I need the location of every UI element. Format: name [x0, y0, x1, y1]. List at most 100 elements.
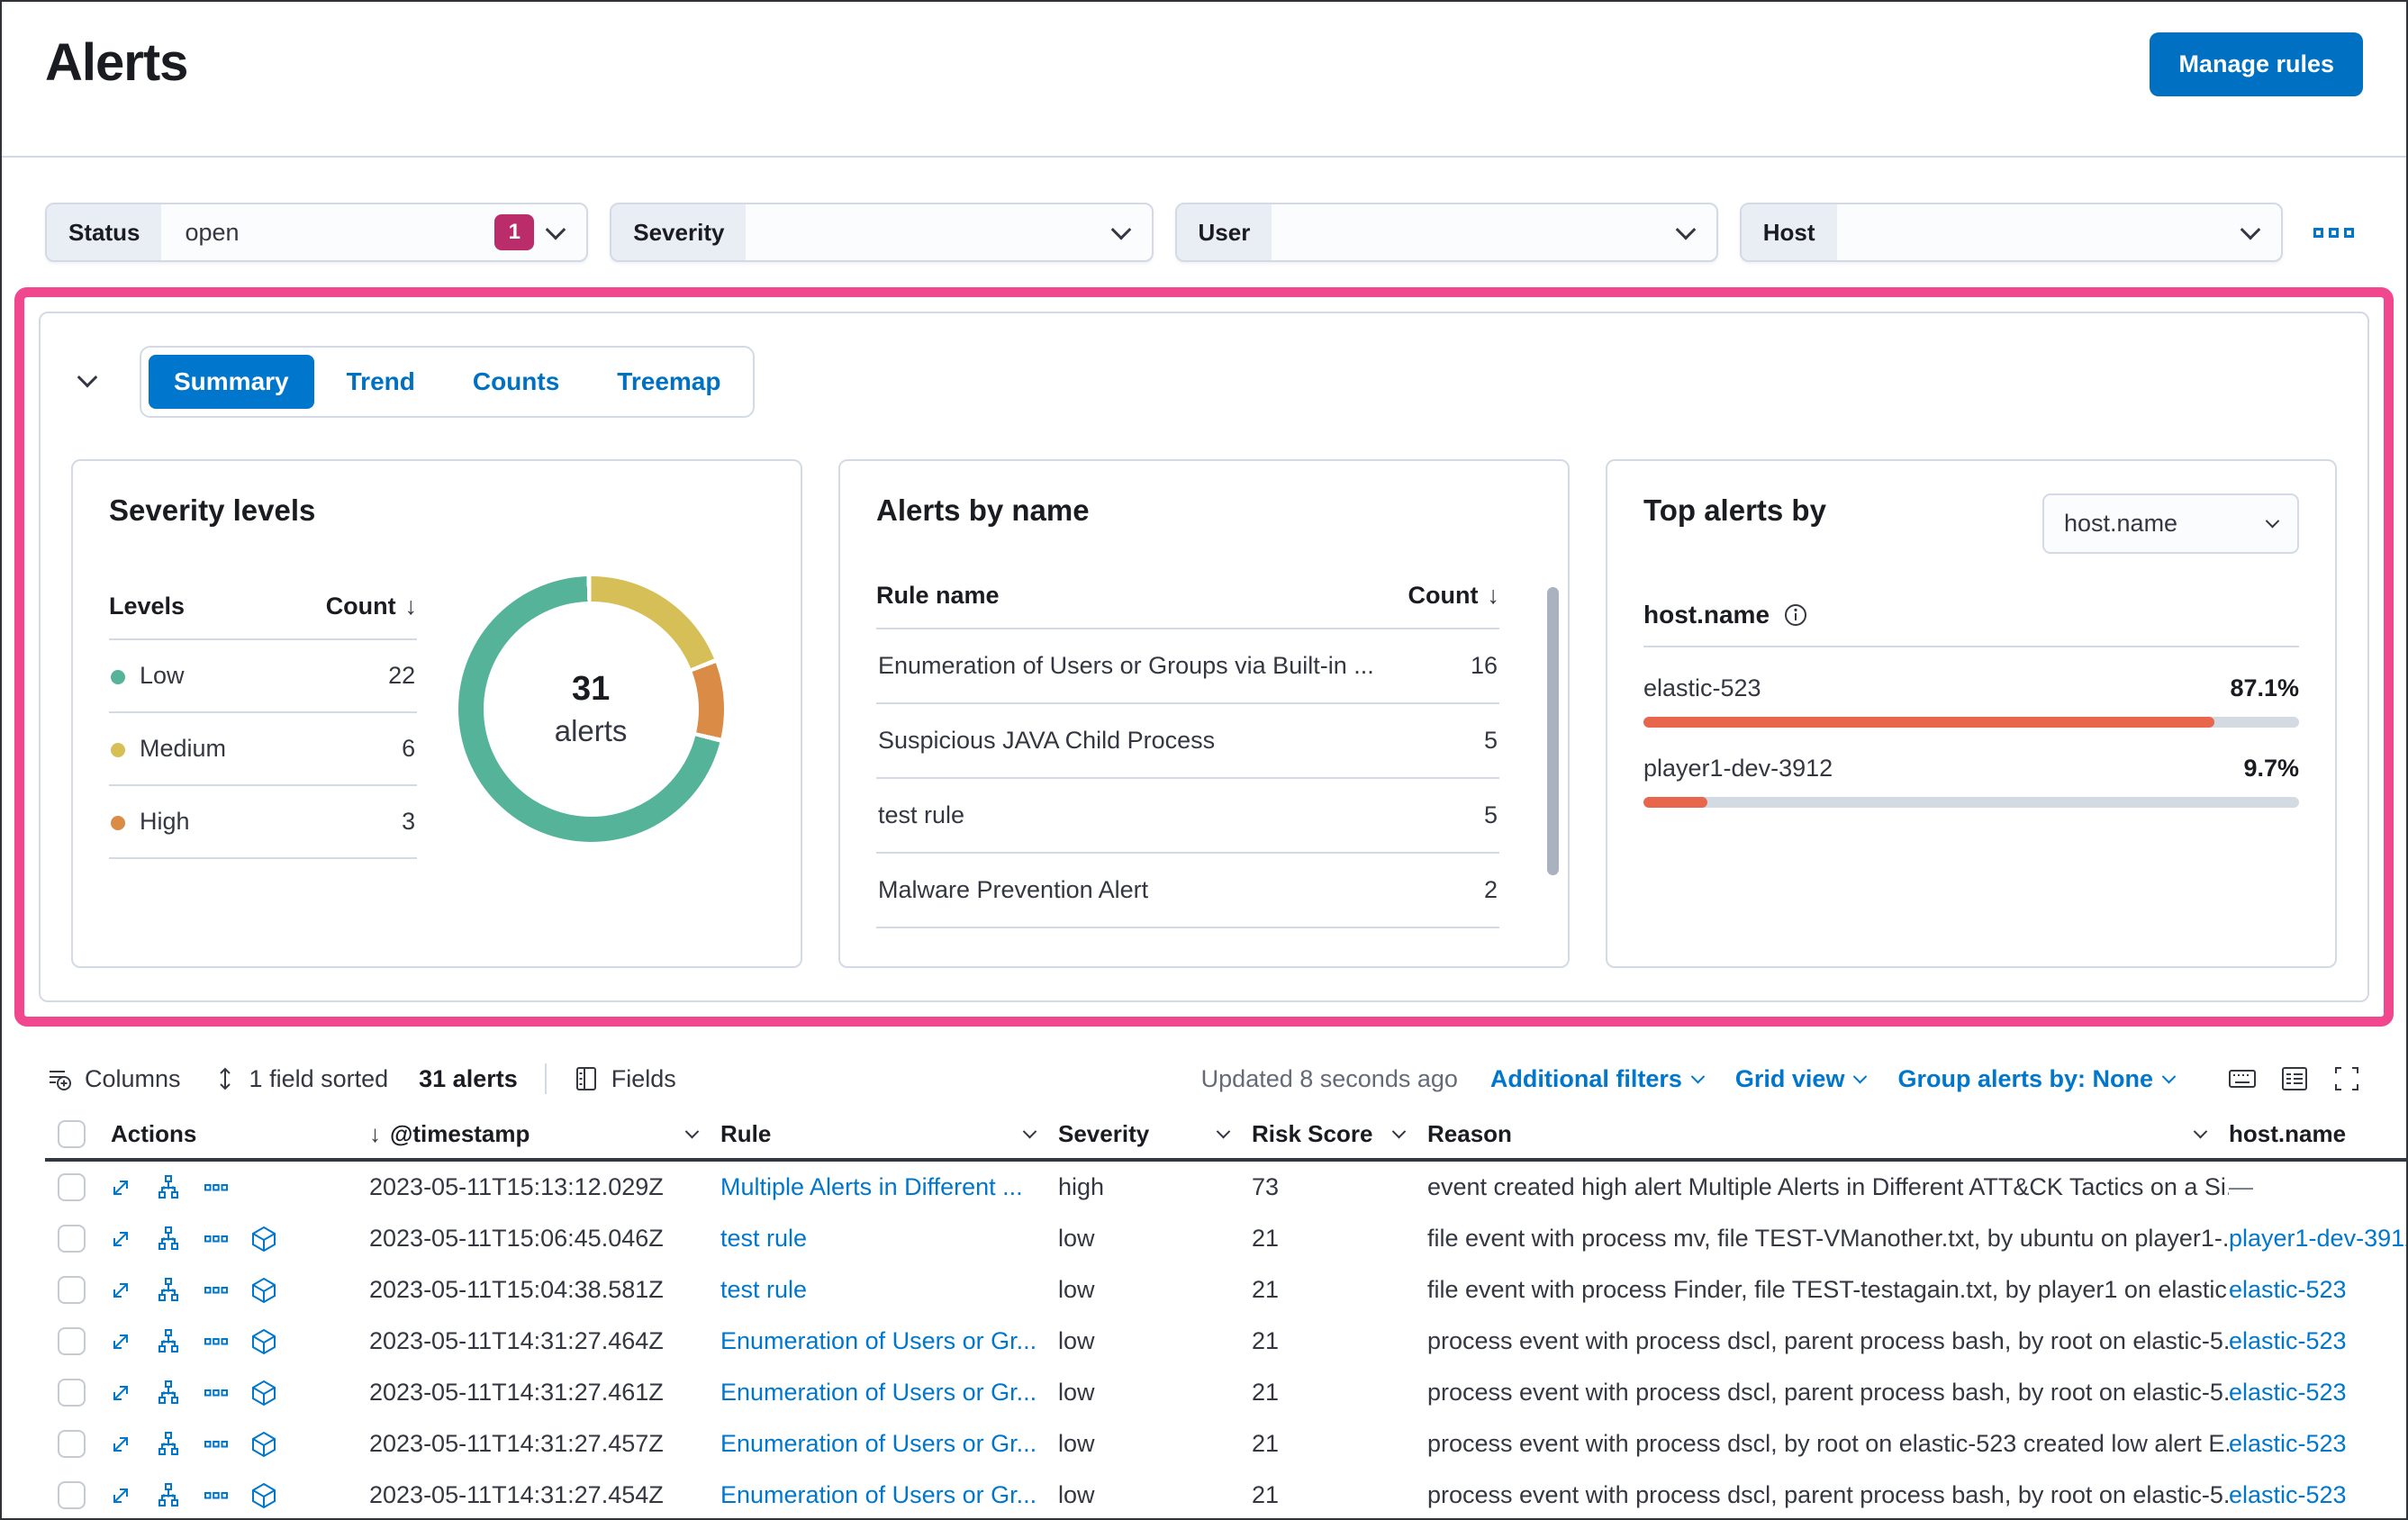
column-menu-icon[interactable]	[1022, 1124, 1037, 1138]
grid-header-row: Actions ↓ @timestamp Rule Severity Risk …	[45, 1109, 2406, 1162]
session-view-icon[interactable]	[249, 1379, 278, 1407]
alert-rule-link[interactable]: test rule	[720, 1225, 807, 1252]
alert-host-link[interactable]: elastic-523	[2229, 1276, 2347, 1303]
header-risk-score[interactable]: Risk Score	[1252, 1120, 1427, 1148]
more-actions-icon[interactable]	[203, 1174, 230, 1201]
top-alerts-field-select[interactable]: host.name	[2042, 493, 2299, 554]
columns-button[interactable]: Columns	[45, 1064, 181, 1093]
header-host-name[interactable]: host.name	[2229, 1120, 2406, 1148]
select-all-checkbox[interactable]	[58, 1119, 86, 1148]
row-checkbox[interactable]	[58, 1173, 86, 1201]
top-alerts-field-label: host.name	[1643, 601, 1770, 629]
group-alerts-by-button[interactable]: Group alerts by: None	[1897, 1065, 2177, 1093]
session-view-icon[interactable]	[249, 1225, 278, 1253]
header-severity[interactable]: Severity	[1058, 1120, 1252, 1148]
sort-desc-icon: ↓	[1487, 582, 1500, 609]
row-checkbox[interactable]	[58, 1481, 86, 1509]
sort-fields-icon	[219, 1067, 231, 1090]
expand-alert-icon[interactable]	[107, 1482, 134, 1509]
status-filter[interactable]: Status open 1	[45, 203, 589, 262]
collapse-chevron-icon[interactable]	[71, 366, 104, 397]
alert-host-link[interactable]: elastic-523	[2229, 1327, 2347, 1354]
info-icon[interactable]	[1784, 603, 1807, 627]
header-rule[interactable]: Rule	[720, 1120, 1058, 1148]
alert-rule-link[interactable]: Enumeration of Users or Gr...	[720, 1481, 1037, 1508]
column-menu-icon[interactable]	[1216, 1124, 1231, 1138]
more-actions-icon[interactable]	[203, 1380, 230, 1407]
tab-treemap[interactable]: Treemap	[592, 355, 746, 409]
header-reason[interactable]: Reason	[1427, 1120, 2229, 1148]
analyzer-graph-icon[interactable]	[154, 1276, 183, 1305]
analyzer-graph-icon[interactable]	[154, 1430, 183, 1459]
column-menu-icon[interactable]	[1391, 1124, 1407, 1138]
expand-alert-icon[interactable]	[107, 1277, 134, 1304]
status-filter-value: open	[185, 218, 240, 246]
alert-row: 2023-05-11T15:06:45.046Z test rule low 2…	[45, 1213, 2406, 1264]
filter-bar: Status open 1 Severity User Host	[45, 203, 2363, 262]
progress-bar	[1643, 797, 2299, 808]
analyzer-graph-icon[interactable]	[154, 1173, 183, 1202]
session-view-icon[interactable]	[249, 1327, 278, 1356]
expand-alert-icon[interactable]	[107, 1174, 134, 1201]
more-filters-icon[interactable]	[2304, 219, 2363, 247]
severity-filter[interactable]: Severity	[610, 203, 1154, 262]
alert-rule-link[interactable]: test rule	[720, 1276, 807, 1303]
tab-trend[interactable]: Trend	[321, 355, 440, 409]
alert-rule-link[interactable]: Enumeration of Users or Gr...	[720, 1430, 1037, 1457]
expand-alert-icon[interactable]	[107, 1328, 134, 1355]
row-checkbox[interactable]	[58, 1327, 86, 1355]
row-checkbox[interactable]	[58, 1430, 86, 1458]
display-options-button[interactable]	[2278, 1063, 2311, 1095]
tab-counts[interactable]: Counts	[448, 355, 584, 409]
fields-button[interactable]: Fields	[572, 1064, 676, 1093]
alert-timestamp: 2023-05-11T15:06:45.046Z	[369, 1225, 664, 1252]
alert-rule-link[interactable]: Multiple Alerts in Different ...	[720, 1173, 1023, 1200]
keyboard-shortcuts-button[interactable]	[2226, 1063, 2259, 1095]
more-actions-icon[interactable]	[203, 1226, 230, 1253]
session-view-icon[interactable]	[249, 1481, 278, 1510]
analyzer-graph-icon[interactable]	[154, 1481, 183, 1510]
analyzer-graph-icon[interactable]	[154, 1327, 183, 1356]
row-checkbox[interactable]	[58, 1225, 86, 1253]
host-filter[interactable]: Host	[1739, 203, 2283, 262]
analyzer-graph-icon[interactable]	[154, 1379, 183, 1407]
alert-severity: low	[1058, 1327, 1095, 1354]
sorted-fields-button[interactable]: 1 field sorted	[212, 1065, 388, 1093]
row-checkbox[interactable]	[58, 1379, 86, 1407]
severity-col-count-sort[interactable]: Count ↓	[326, 593, 417, 620]
grid-view-button[interactable]: Grid view	[1735, 1065, 1868, 1093]
fullscreen-button[interactable]	[2331, 1063, 2363, 1095]
column-menu-icon[interactable]	[2193, 1124, 2208, 1138]
expand-alert-icon[interactable]	[107, 1226, 134, 1253]
fields-icon	[575, 1067, 596, 1090]
alert-host-link[interactable]: player1-dev-3912	[2229, 1225, 2406, 1252]
expand-alert-icon[interactable]	[107, 1431, 134, 1458]
additional-filters-button[interactable]: Additional filters	[1490, 1065, 1706, 1093]
manage-rules-button[interactable]: Manage rules	[2150, 32, 2363, 96]
alert-host-link[interactable]: elastic-523	[2229, 1379, 2347, 1406]
alert-host-link[interactable]: elastic-523	[2229, 1481, 2347, 1508]
alert-severity: low	[1058, 1430, 1095, 1457]
alerts-by-name-card: Alerts by name Rule name Count ↓ Enumerat…	[838, 459, 1570, 968]
header-timestamp[interactable]: ↓ @timestamp	[369, 1120, 720, 1148]
analyzer-graph-icon[interactable]	[154, 1225, 183, 1253]
alert-host-link[interactable]: elastic-523	[2229, 1430, 2347, 1457]
user-filter[interactable]: User	[1174, 203, 1718, 262]
row-checkbox[interactable]	[58, 1276, 86, 1304]
chevron-down-icon	[2240, 219, 2261, 240]
session-view-icon[interactable]	[249, 1276, 278, 1305]
more-actions-icon[interactable]	[203, 1482, 230, 1509]
alert-rule-link[interactable]: Enumeration of Users or Gr...	[720, 1379, 1037, 1406]
scrollbar[interactable]	[1547, 587, 1559, 875]
session-view-icon[interactable]	[249, 1430, 278, 1459]
column-menu-icon[interactable]	[684, 1124, 700, 1138]
more-actions-icon[interactable]	[203, 1328, 230, 1355]
more-actions-icon[interactable]	[203, 1431, 230, 1458]
sort-desc-icon: ↓	[404, 593, 418, 620]
expand-alert-icon[interactable]	[107, 1380, 134, 1407]
alert-rule-link[interactable]: Enumeration of Users or Gr...	[720, 1327, 1037, 1354]
more-actions-icon[interactable]	[203, 1277, 230, 1304]
count-col-sort[interactable]: Count ↓	[1408, 582, 1499, 610]
donut-total: 31	[571, 670, 611, 708]
tab-summary[interactable]: Summary	[149, 355, 314, 409]
